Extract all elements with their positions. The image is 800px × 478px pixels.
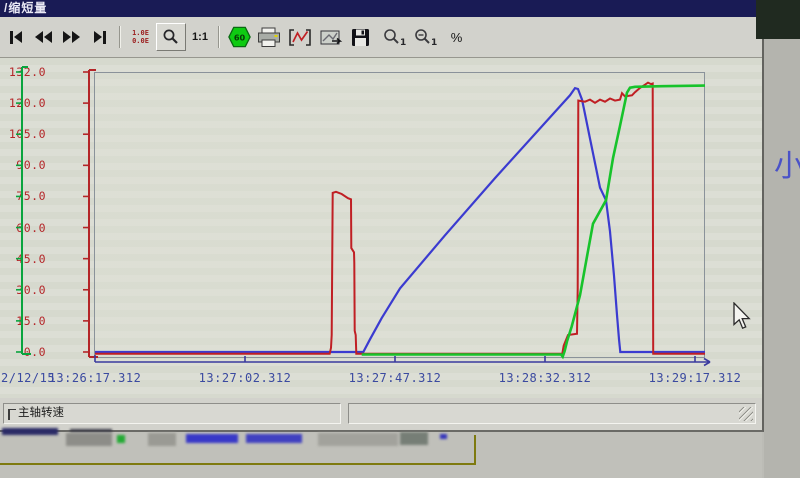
status-panel-channel: 主轴转速 [3, 403, 341, 424]
right-triangle-icon [72, 31, 80, 43]
time-axis-tick-label: 13:27:02.312 [185, 371, 305, 385]
time-axis-tick-label: 13:28:32.312 [485, 371, 605, 385]
scale-bottom-label: 0.0E [132, 38, 149, 45]
green-hexagon-60-icon: 60 [227, 25, 252, 49]
status-tick-mark [8, 409, 16, 420]
magnifier-2-button[interactable]: 1 [411, 25, 439, 50]
time-axis-tick-label: 13:27:47.312 [335, 371, 455, 385]
toolbar-separator [119, 26, 121, 48]
channel-label: 主轴转速 [18, 407, 64, 419]
time-axis-tick-label: 13:29:17.312 [635, 371, 755, 385]
left-triangle-icon [44, 31, 52, 43]
red-axis-tick-label: 75.0 [0, 189, 46, 203]
background-dark-block [756, 0, 800, 39]
desktop-right-strip [764, 0, 800, 478]
print-button[interactable] [255, 25, 283, 50]
right-triangle-icon [63, 31, 71, 43]
scale-top-label: 1.0E [132, 30, 149, 37]
red-axis-tick-label: 0.0 [0, 345, 46, 359]
window-title: /缩短量 [4, 1, 47, 15]
fast-forward-button[interactable] [59, 25, 84, 50]
one-to-one-button[interactable]: 1:1 [189, 25, 211, 50]
date-label: 2/12/15 [1, 371, 55, 385]
svg-text:1: 1 [400, 38, 406, 47]
go-start-button[interactable] [3, 25, 28, 50]
magnifier-1-icon: 1 [413, 27, 437, 47]
olive-border-corner [474, 435, 476, 465]
export-image-button[interactable] [317, 25, 345, 50]
partial-chinese-char: 小 [774, 141, 800, 185]
bar-icon [10, 31, 13, 44]
red-axis-tick-label: 120.0 [0, 96, 46, 110]
red-axis-tick-label: 132.0 [0, 65, 46, 79]
percent-button[interactable]: % [444, 25, 469, 50]
toolbar-separator [218, 26, 220, 48]
blurred-blue-text [186, 434, 238, 443]
mouse-cursor [732, 302, 754, 332]
screen: /缩短量 1.0E 0.0E [0, 0, 800, 478]
printer-icon [257, 27, 282, 48]
go-end-button[interactable] [87, 25, 112, 50]
status-bar: 主轴转速 [0, 398, 762, 428]
red-axis-tick-label: 105.0 [0, 127, 46, 141]
red-axis-tick-label: 90.0 [0, 158, 46, 172]
blurred-blue-text [246, 434, 302, 443]
magnifier-1-button[interactable]: 1 [380, 25, 408, 50]
picture-export-icon [319, 28, 343, 47]
resize-grip[interactable] [739, 407, 753, 421]
green-mark [117, 435, 125, 443]
svg-text:60: 60 [234, 32, 246, 42]
background-window-strip [0, 432, 762, 478]
left-triangle-icon [14, 31, 22, 43]
blurred-text-smudge [2, 428, 58, 435]
window-title-bar[interactable]: /缩短量 [0, 0, 762, 17]
toolbar: 1.0E 0.0E 1:1 60 [0, 17, 762, 58]
magnifier-icon [162, 28, 180, 46]
save-button[interactable] [348, 25, 373, 50]
blue-dot [440, 434, 447, 439]
red-axis-tick-label: 15.0 [0, 314, 46, 328]
gray-block [148, 433, 176, 446]
right-triangle-icon [94, 31, 102, 43]
blurred-line [70, 429, 112, 432]
olive-border-line [0, 463, 476, 465]
zoom-button[interactable] [156, 23, 186, 51]
sample-rate-button[interactable]: 60 [227, 25, 252, 50]
status-panel-empty [348, 403, 756, 424]
magnifier-1-icon: 1 [382, 27, 406, 47]
gray-block [66, 433, 112, 446]
gray-block [318, 433, 398, 446]
gray-block [400, 432, 428, 445]
red-axis-tick-label: 30.0 [0, 283, 46, 297]
trend-window: /缩短量 1.0E 0.0E [0, 0, 764, 432]
bar-icon [103, 31, 106, 44]
red-axis-tick-label: 45.0 [0, 252, 46, 266]
red-axis-tick-label: 60.0 [0, 221, 46, 235]
plot-area[interactable] [94, 72, 705, 358]
trend-curve-button[interactable] [286, 25, 314, 50]
y-scale-button[interactable]: 1.0E 0.0E [128, 25, 153, 50]
svg-text:1: 1 [431, 38, 437, 47]
left-triangle-icon [35, 31, 43, 43]
floppy-disk-icon [351, 28, 370, 47]
curve-in-brackets-icon [288, 28, 312, 47]
fast-rewind-button[interactable] [31, 25, 56, 50]
